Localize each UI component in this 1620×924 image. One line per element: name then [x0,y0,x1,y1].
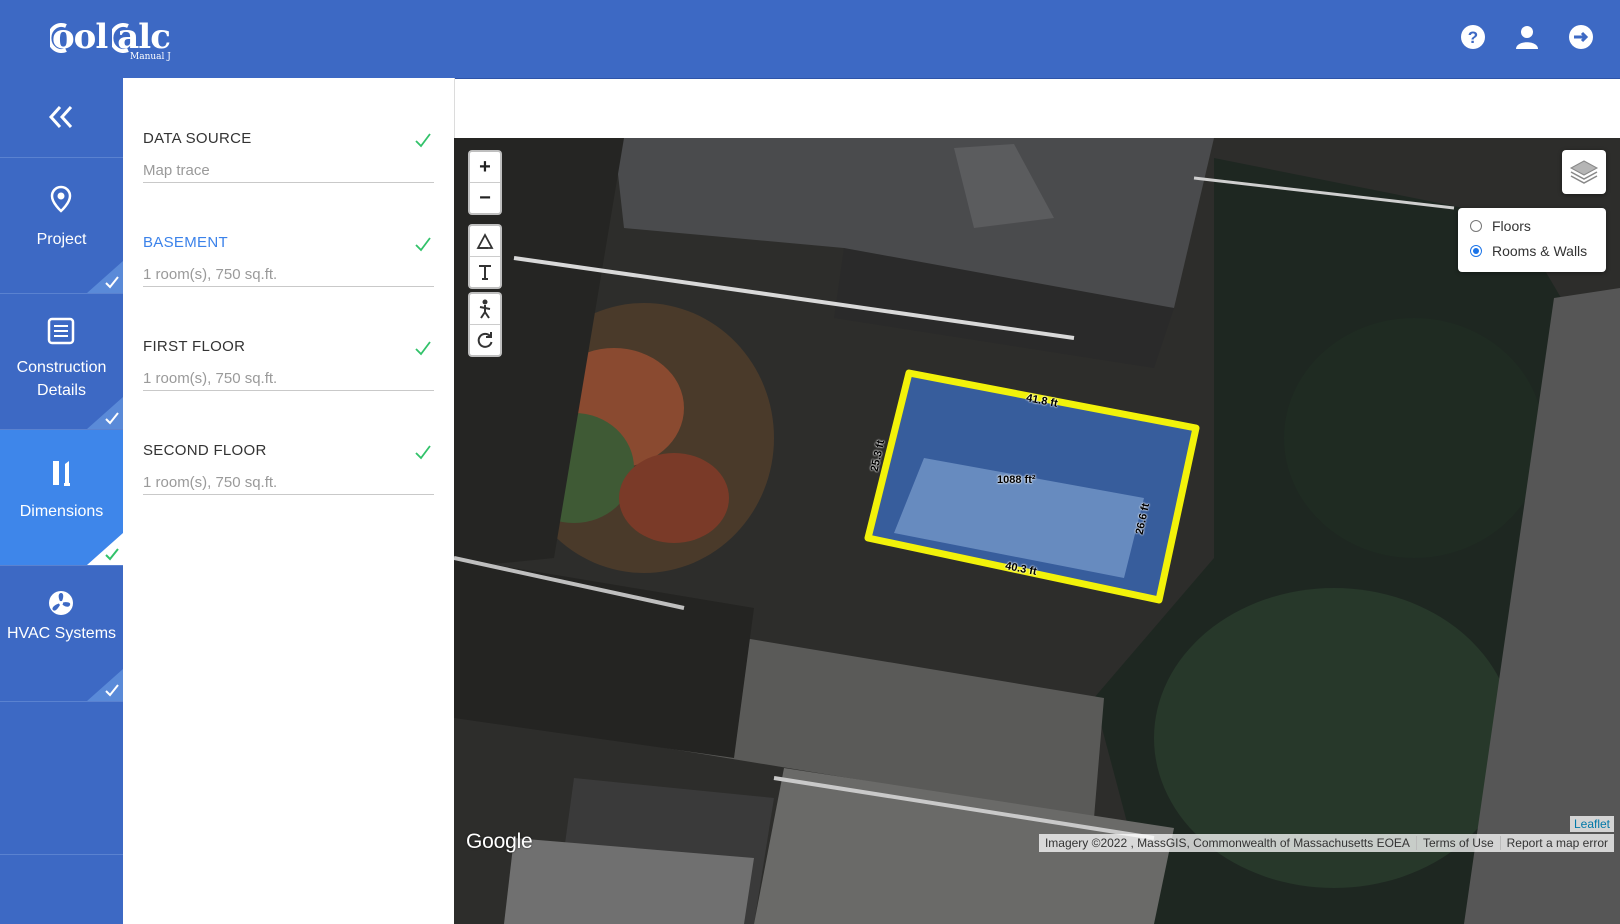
zoom-in-button[interactable]: + [470,152,500,183]
check-icon [415,237,431,252]
section-title: SECOND FLOOR [143,442,267,459]
nav-divider [0,854,123,855]
satellite-imagery [454,138,1620,924]
nav-label-dimensions: Dimensions [19,503,104,520]
tree-canopy-2 [1284,318,1544,558]
svg-text:?: ? [1468,28,1478,47]
logo-c-mark-icon [50,23,67,53]
floors-radio[interactable] [1470,220,1482,232]
logo-subtitle: Manual J [130,52,171,62]
nav-item-dimensions[interactable]: Dimensions [0,430,123,566]
completed-check-icon [87,261,123,293]
collapse-nav-button[interactable] [0,78,123,158]
layer-label-floors: Floors [1492,218,1531,234]
nav-label-construction-details: Construction Details [16,359,107,399]
satellite-map[interactable]: 1088 ft² 41.8 ft 26.6 ft 40.3 ft 25.3 ft… [454,138,1620,924]
section-subtitle: Map trace [143,162,210,179]
section-title: FIRST FLOOR [143,338,246,355]
completed-check-icon [87,397,123,429]
nav-item-project[interactable]: Project [0,158,123,294]
section-data-source[interactable]: DATA SOURCE Map trace [143,78,434,183]
check-icon [415,133,431,148]
check-icon [415,341,431,356]
nav-item-construction-details[interactable]: Construction Details [0,294,123,430]
nav-label-project: Project [36,231,87,248]
section-subtitle: 1 room(s), 750 sq.ft. [143,474,278,491]
autumn-foliage-2 [619,453,729,543]
ruler-icon [53,461,70,486]
terms-of-use-link[interactable]: Terms of Use [1415,836,1500,850]
google-logo: Google [466,830,533,853]
draw-polygon-icon[interactable] [470,226,500,257]
user-icon[interactable] [1512,22,1542,52]
fan-icon [49,591,73,615]
check-icon [415,445,431,460]
location-pin-icon [50,185,72,213]
pegman-icon[interactable] [470,294,500,325]
section-title: BASEMENT [143,234,228,251]
section-subtitle: 1 room(s), 750 sq.ft. [143,266,278,283]
double-chevron-left-icon [48,105,73,129]
rotate-icon[interactable] [470,325,500,355]
layers-toggle-button[interactable] [1562,150,1606,194]
map-attribution: Imagery ©2022 , MassGIS, Commonwealth of… [1038,834,1614,852]
layers-icon [1569,160,1599,184]
layer-label-rooms-walls: Rooms & Walls [1492,243,1588,259]
logo-c-mark-2-icon [112,23,129,53]
section-second-floor[interactable]: SECOND FLOOR 1 room(s), 750 sq.ft. [143,390,434,495]
zoom-out-button[interactable]: − [470,183,500,213]
coolcalc-logo[interactable]: ool alc Manual J [50,18,171,64]
section-first-floor[interactable]: FIRST FLOOR 1 room(s), 750 sq.ft. [143,286,434,391]
text-tool-icon[interactable] [470,257,500,287]
area-label: 1088 ft² [997,474,1036,486]
layer-options: Floors Rooms & Walls [1458,208,1606,272]
top-header: ool alc Manual J ? [0,0,1620,79]
layer-option-rooms-walls[interactable]: Rooms & Walls [1470,243,1587,259]
floor-panel: DATA SOURCE Map trace BASEMENT 1 room(s)… [123,78,455,924]
section-title: DATA SOURCE [143,130,252,147]
help-icon[interactable]: ? [1458,22,1488,52]
list-icon [47,317,75,345]
view-tools [468,292,502,357]
draw-tools [468,224,502,289]
report-map-error-link[interactable]: Report a map error [1499,836,1614,850]
layer-option-floors[interactable]: Floors [1470,218,1531,234]
logout-icon[interactable] [1566,22,1596,52]
leaflet-link[interactable]: Leaflet [1569,816,1614,832]
zoom-controls: + − [468,150,502,215]
completed-check-icon [87,669,123,701]
section-basement[interactable]: BASEMENT 1 room(s), 750 sq.ft. [143,182,434,287]
rooms-walls-radio[interactable] [1470,245,1482,257]
left-navigation: Project Construction Details Dimensions [0,78,123,924]
section-subtitle: 1 room(s), 750 sq.ft. [143,370,278,387]
imagery-credit: Imagery ©2022 , MassGIS, Commonwealth of… [1044,836,1410,850]
nav-label-hvac-systems: HVAC Systems [6,625,117,642]
completed-check-icon [87,533,123,565]
nav-item-hvac-systems[interactable]: HVAC Systems [0,566,123,702]
